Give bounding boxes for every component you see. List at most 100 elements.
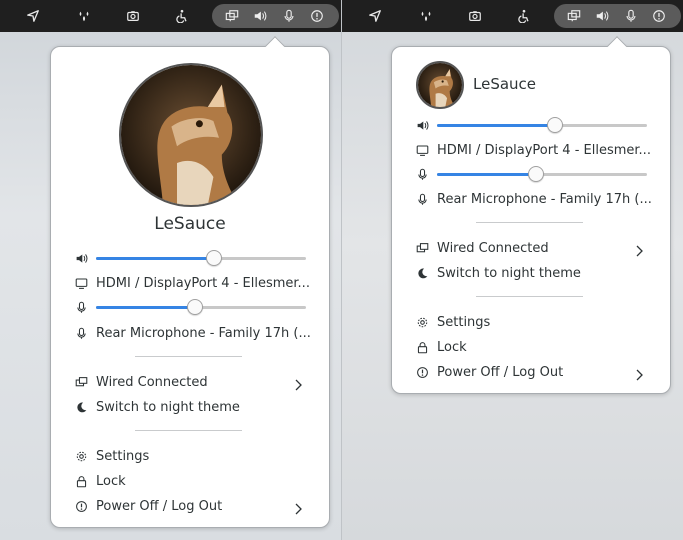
network-wired-icon (566, 8, 582, 24)
slider-knob[interactable] (187, 299, 203, 315)
input-device-label: Rear Microphone - Family 17h (... (437, 191, 652, 207)
input-device-item[interactable]: Rear Microphone - Family 17h (... (74, 323, 311, 343)
settings-item[interactable]: Settings (74, 446, 149, 466)
slider-fill (96, 257, 214, 260)
slider-knob[interactable] (206, 250, 222, 266)
power-icon (74, 499, 88, 513)
power-icon (651, 8, 667, 24)
cat-photo-icon (418, 63, 462, 107)
output-device-label: HDMI / DisplayPort 4 - Ellesmer... (96, 275, 310, 291)
moon-icon (415, 266, 429, 280)
screen-left: LeSauce HDMI / DisplayPort 4 - Ellesmer.… (0, 0, 341, 540)
night-theme-label: Switch to night theme (437, 265, 581, 281)
lock-icon (74, 474, 88, 488)
user-name-label: LeSauce (473, 75, 537, 93)
network-item[interactable]: Wired Connected (415, 238, 645, 258)
avatar[interactable] (416, 61, 464, 109)
display-icon (415, 143, 429, 157)
top-bar (342, 0, 683, 32)
user-name-label: LeSauce (154, 214, 226, 234)
volume-icon (252, 8, 268, 24)
chevron-right-icon[interactable] (293, 376, 303, 391)
power-label: Power Off / Log Out (96, 498, 223, 514)
lock-label: Lock (96, 473, 126, 489)
power-item[interactable]: Power Off / Log Out (415, 362, 645, 382)
popover-arrow (265, 36, 285, 56)
drops-icon[interactable] (418, 8, 434, 24)
microphone-icon (415, 192, 429, 206)
popover-arrow (607, 36, 627, 56)
input-volume-slider[interactable] (437, 165, 647, 183)
input-device-item[interactable]: Rear Microphone - Family 17h (... (415, 189, 652, 209)
gear-icon (415, 315, 429, 329)
moon-icon (74, 400, 88, 414)
separator (135, 356, 242, 357)
microphone-icon (74, 300, 88, 314)
volume-icon (74, 251, 88, 265)
power-label: Power Off / Log Out (437, 364, 564, 380)
avatar[interactable] (119, 63, 263, 207)
output-volume-slider[interactable] (437, 116, 647, 134)
chevron-right-icon[interactable] (634, 242, 644, 257)
slider-knob[interactable] (528, 166, 544, 182)
output-device-item[interactable]: HDMI / DisplayPort 4 - Ellesmer... (415, 140, 651, 160)
system-menu-popover: LeSauce HDMI / DisplayPort 4 - Ellesmer.… (391, 36, 671, 394)
lock-item[interactable]: Lock (74, 471, 126, 491)
power-icon (309, 8, 325, 24)
output-device-label: HDMI / DisplayPort 4 - Ellesmer... (437, 142, 651, 158)
microphone-icon (74, 326, 88, 340)
volume-icon (415, 118, 429, 132)
screenshot-camera-icon[interactable] (467, 8, 483, 24)
system-menu-popover: LeSauce HDMI / DisplayPort 4 - Ellesmer.… (50, 36, 330, 528)
accessibility-icon[interactable] (174, 8, 190, 24)
location-arrow-icon[interactable] (367, 8, 383, 24)
status-area-button[interactable] (212, 4, 339, 28)
settings-item[interactable]: Settings (415, 312, 490, 332)
output-device-item[interactable]: HDMI / DisplayPort 4 - Ellesmer... (74, 273, 310, 293)
power-item[interactable]: Power Off / Log Out (74, 496, 304, 516)
input-device-label: Rear Microphone - Family 17h (... (96, 325, 311, 341)
network-wired-icon (74, 375, 88, 389)
microphone-icon (281, 8, 297, 24)
microphone-icon (415, 167, 429, 181)
display-icon (74, 276, 88, 290)
chevron-right-icon[interactable] (293, 500, 303, 515)
volume-output-icon-wrap (74, 248, 96, 268)
slider-fill (96, 306, 195, 309)
mic-icon-wrap (74, 297, 96, 317)
screenshot-camera-icon[interactable] (125, 8, 141, 24)
gear-icon (74, 449, 88, 463)
location-arrow-icon[interactable] (25, 8, 41, 24)
lock-icon (415, 340, 429, 354)
slider-fill (437, 173, 536, 176)
volume-output-icon-wrap (415, 115, 437, 135)
network-label: Wired Connected (96, 374, 208, 390)
output-volume-slider[interactable] (96, 249, 306, 267)
settings-label: Settings (437, 314, 491, 330)
drops-icon[interactable] (76, 8, 92, 24)
slider-knob[interactable] (547, 117, 563, 133)
separator (135, 430, 242, 431)
volume-icon (594, 8, 610, 24)
network-label: Wired Connected (437, 240, 549, 256)
night-theme-item[interactable]: Switch to night theme (415, 263, 581, 283)
slider-fill (437, 124, 555, 127)
mic-icon-wrap (415, 164, 437, 184)
settings-label: Settings (96, 448, 150, 464)
night-theme-label: Switch to night theme (96, 399, 240, 415)
power-icon (415, 365, 429, 379)
microphone-icon (623, 8, 639, 24)
network-item[interactable]: Wired Connected (74, 372, 304, 392)
accessibility-icon[interactable] (516, 8, 532, 24)
status-area-button[interactable] (554, 4, 681, 28)
separator (476, 296, 583, 297)
cat-photo-icon (121, 65, 261, 205)
separator (476, 222, 583, 223)
input-volume-slider[interactable] (96, 298, 306, 316)
night-theme-item[interactable]: Switch to night theme (74, 397, 240, 417)
top-bar (0, 0, 341, 32)
chevron-right-icon[interactable] (634, 366, 644, 381)
lock-item[interactable]: Lock (415, 337, 467, 357)
network-wired-icon (224, 8, 240, 24)
lock-label: Lock (437, 339, 467, 355)
